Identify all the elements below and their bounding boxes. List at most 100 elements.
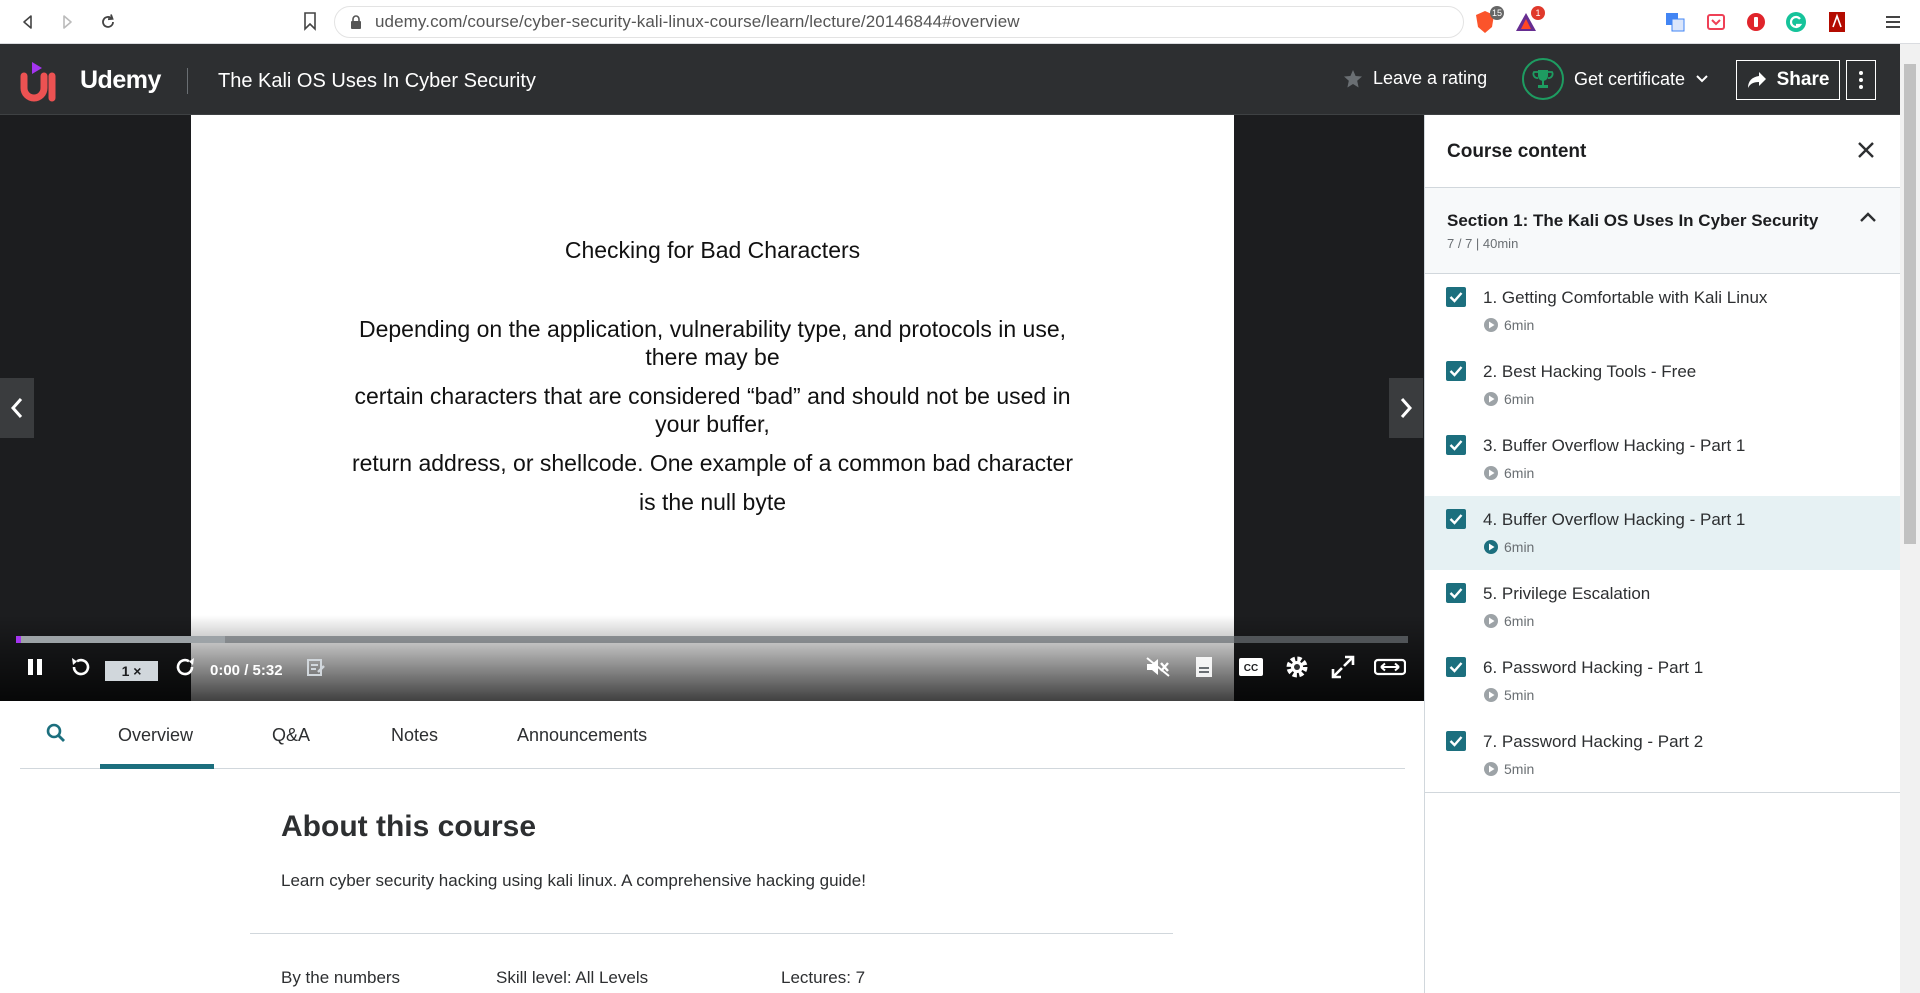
active-tab-indicator — [100, 764, 214, 769]
lecture-title: 4. Buffer Overflow Hacking - Part 1 — [1483, 510, 1746, 529]
address-bar[interactable]: udemy.com/course/cyber-security-kali-lin… — [334, 6, 1464, 38]
lecture-item[interactable]: 1. Getting Comfortable with Kali Linux 6m… — [1425, 274, 1901, 348]
tab-notes[interactable]: Notes — [391, 725, 438, 746]
checkmark-icon — [1449, 736, 1463, 747]
lecture-item[interactable]: 6. Password Hacking - Part 1 5min — [1425, 644, 1901, 718]
captions-icon: CC — [1239, 658, 1263, 676]
lecture-item[interactable]: 3. Buffer Overflow Hacking - Part 1 6min — [1425, 422, 1901, 496]
lecture-title: 7. Password Hacking - Part 2 — [1483, 732, 1704, 751]
tab-announcements[interactable]: Announcements — [517, 725, 647, 746]
lecture-title: 6. Password Hacking - Part 1 — [1483, 658, 1704, 677]
more-options-button[interactable] — [1846, 60, 1876, 100]
course-tabs: Overview Q&A Notes Announcements — [20, 701, 1405, 769]
chevron-down-icon — [1696, 75, 1708, 83]
adblock-icon[interactable] — [1743, 9, 1769, 35]
tab-qa[interactable]: Q&A — [272, 725, 310, 746]
completed-checkbox[interactable] — [1446, 583, 1466, 603]
get-certificate-button[interactable]: Get certificate — [1522, 58, 1709, 100]
completed-checkbox[interactable] — [1446, 435, 1466, 455]
completed-checkbox[interactable] — [1446, 509, 1466, 529]
browser-menu-icon[interactable] — [1880, 9, 1906, 35]
bat-rewards-icon[interactable]: 1 — [1513, 6, 1545, 35]
completed-checkbox[interactable] — [1446, 731, 1466, 751]
lecture-item[interactable]: 2. Best Hacking Tools - Free 6min — [1425, 348, 1901, 422]
lecture-duration: 6min — [1483, 391, 1534, 407]
leave-rating-label: Leave a rating — [1373, 68, 1488, 88]
course-title[interactable]: The Kali OS Uses In Cyber Security — [218, 70, 536, 93]
completed-checkbox[interactable] — [1446, 657, 1466, 677]
next-lecture-button[interactable] — [1389, 378, 1423, 438]
sidebar-header: Course content — [1425, 115, 1901, 188]
search-icon — [46, 723, 65, 742]
checkmark-icon — [1449, 514, 1463, 525]
about-title: About this course — [281, 810, 537, 843]
translate-icon[interactable] — [1662, 9, 1688, 35]
tab-overview[interactable]: Overview — [118, 725, 193, 746]
leave-rating-button[interactable]: Leave a rating — [1343, 68, 1487, 89]
chevron-up-icon — [1859, 210, 1877, 228]
forward-button[interactable] — [55, 10, 79, 34]
share-arrow-icon — [1747, 72, 1766, 88]
checkmark-icon — [1449, 588, 1463, 599]
lecture-title: 1. Getting Comfortable with Kali Linux — [1483, 288, 1768, 307]
pdf-icon[interactable] — [1824, 9, 1850, 35]
video-player[interactable]: Checking for Bad Characters Depending on… — [0, 115, 1424, 701]
note-icon — [307, 659, 325, 676]
captions-button[interactable]: CC — [1238, 654, 1264, 680]
reload-button[interactable] — [96, 10, 120, 34]
play-circle-icon — [1484, 540, 1498, 554]
previous-lecture-button[interactable] — [0, 378, 34, 438]
lecture-duration-text: 6min — [1504, 465, 1535, 481]
get-certificate-label: Get certificate — [1574, 68, 1686, 89]
lecture-duration-text: 6min — [1504, 391, 1535, 407]
browser-toolbar: udemy.com/course/cyber-security-kali-lin… — [0, 0, 1920, 44]
lecture-item[interactable]: 7. Password Hacking - Part 2 5min — [1425, 718, 1901, 792]
scrollbar-thumb[interactable] — [1904, 64, 1916, 544]
lecture-item[interactable]: 5. Privilege Escalation 6min — [1425, 570, 1901, 644]
pocket-icon[interactable] — [1703, 9, 1729, 35]
udemy-logo[interactable]: Udemy — [18, 58, 161, 102]
fullscreen-button[interactable] — [1330, 654, 1356, 680]
back-icon — [23, 15, 32, 29]
pause-icon — [28, 659, 42, 675]
completed-checkbox[interactable] — [1446, 287, 1466, 307]
lecture-item[interactable]: 4. Buffer Overflow Hacking - Part 1 6min — [1425, 496, 1901, 570]
close-sidebar-button[interactable] — [1855, 139, 1877, 166]
playback-speed-button[interactable]: 1 × — [105, 661, 158, 681]
by-the-numbers-label: By the numbers — [281, 968, 401, 987]
fullscreen-icon — [1331, 655, 1355, 679]
page-scrollbar[interactable] — [1900, 44, 1920, 993]
search-button[interactable] — [46, 723, 66, 748]
settings-button[interactable] — [1284, 654, 1310, 680]
volume-muted-icon — [1146, 657, 1170, 677]
section-header[interactable]: Section 1: The Kali OS Uses In Cyber Sec… — [1425, 188, 1901, 274]
back-button[interactable] — [16, 10, 40, 34]
lecture-duration: 6min — [1483, 465, 1534, 481]
transcript-button[interactable] — [1192, 654, 1216, 680]
chevron-right-icon — [1400, 398, 1413, 418]
checkmark-icon — [1449, 292, 1463, 303]
completed-checkbox[interactable] — [1446, 361, 1466, 381]
slide-line: is the null byte — [638, 489, 787, 515]
about-description: Learn cyber security hacking using kali … — [281, 871, 866, 890]
video-frame: Checking for Bad Characters Depending on… — [191, 115, 1234, 701]
expand-width-button[interactable] — [1374, 654, 1406, 680]
bookmark-icon[interactable] — [302, 11, 318, 36]
lecture-duration: 5min — [1483, 687, 1534, 703]
forward-button-video[interactable] — [172, 654, 200, 680]
trophy-icon — [1522, 58, 1564, 100]
brave-shield-icon[interactable]: 15 — [1472, 6, 1504, 35]
checkmark-icon — [1449, 366, 1463, 377]
slide-line: Depending on the application, vulnerabil… — [358, 316, 1067, 342]
lecture-duration-text: 5min — [1504, 761, 1535, 777]
add-note-button[interactable] — [305, 654, 327, 680]
grammarly-icon[interactable] — [1783, 9, 1809, 35]
checkmark-icon — [1449, 662, 1463, 673]
lock-icon — [349, 14, 363, 35]
rewind-button[interactable] — [66, 654, 94, 680]
lecture-duration: 6min — [1483, 613, 1534, 629]
pause-button[interactable] — [24, 654, 46, 680]
volume-button[interactable] — [1145, 654, 1171, 680]
bat-badge: 1 — [1531, 6, 1545, 20]
share-button[interactable]: Share — [1736, 60, 1840, 100]
